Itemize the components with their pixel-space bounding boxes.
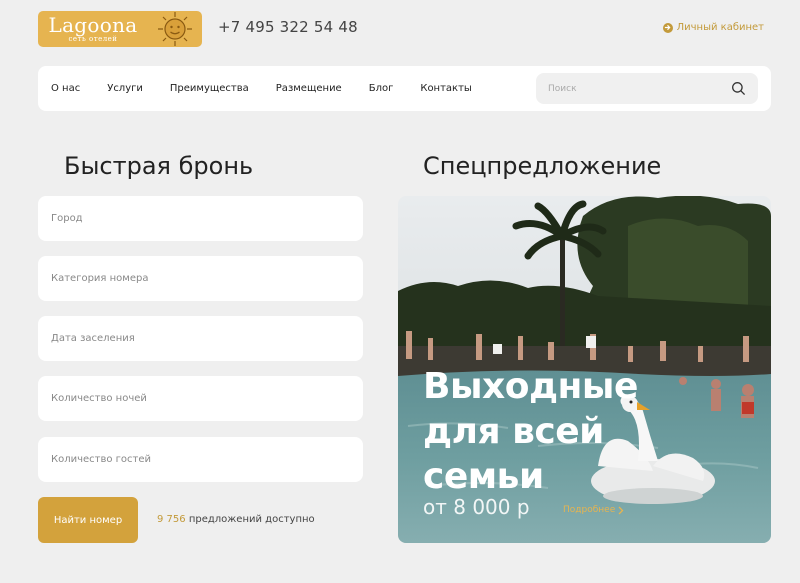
nav-item-contacts[interactable]: Контакты — [420, 83, 471, 94]
nav-item-advantages[interactable]: Преимущества — [170, 83, 249, 94]
main-nav: О нас Услуги Преимущества Размещение Бло… — [38, 66, 771, 111]
promo-card[interactable]: Выходные для всей семьи от 8 000 р Подро… — [398, 196, 771, 543]
offers-text: предложений доступно — [188, 514, 315, 525]
nights-count-field-box — [38, 376, 363, 421]
city-field[interactable] — [51, 213, 341, 224]
promo-more-label: Подробнее — [563, 505, 616, 515]
search-icon[interactable] — [731, 81, 746, 96]
phone-number[interactable]: +7 495 322 54 48 — [218, 18, 358, 36]
booking-title: Быстрая бронь — [64, 152, 254, 180]
brand-subtitle: сеть отелей — [68, 35, 118, 43]
promo-headline: Выходные для всей семьи — [423, 364, 683, 499]
checkin-date-field[interactable] — [51, 333, 341, 344]
room-category-field[interactable] — [51, 273, 341, 284]
nav-item-services[interactable]: Услуги — [107, 83, 143, 94]
arrow-right-icon — [662, 22, 673, 33]
account-label: Личный кабинет — [676, 22, 764, 33]
city-field-box — [38, 196, 363, 241]
brand-logo[interactable]: Lagoona сеть отелей — [38, 11, 202, 47]
search-input[interactable] — [548, 83, 718, 94]
sun-icon — [152, 11, 198, 47]
account-link[interactable]: Личный кабинет — [662, 22, 764, 33]
special-offer-title: Спецпредложение — [423, 152, 662, 180]
promo-price: от 8 000 р — [423, 495, 530, 519]
nav-item-accommodation[interactable]: Размещение — [276, 83, 342, 94]
find-room-button[interactable]: Найти номер — [38, 497, 138, 543]
search-box — [536, 73, 758, 104]
offers-available: 9 756 предложений доступно — [157, 514, 315, 525]
nav-item-blog[interactable]: Блог — [369, 83, 394, 94]
promo-line: для всей — [423, 411, 604, 452]
nav-item-about[interactable]: О нас — [51, 83, 80, 94]
room-category-field-box — [38, 256, 363, 301]
promo-more-link[interactable]: Подробнее — [563, 505, 624, 515]
promo-line: семьи — [423, 456, 544, 497]
offers-count: 9 756 — [157, 514, 186, 525]
nights-count-field[interactable] — [51, 393, 341, 404]
promo-line: Выходные — [423, 366, 638, 407]
checkin-date-field-box — [38, 316, 363, 361]
chevron-right-icon — [618, 506, 624, 514]
guests-count-field[interactable] — [51, 454, 341, 465]
brand-name: Lagoona — [48, 13, 138, 37]
guests-count-field-box — [38, 437, 363, 482]
